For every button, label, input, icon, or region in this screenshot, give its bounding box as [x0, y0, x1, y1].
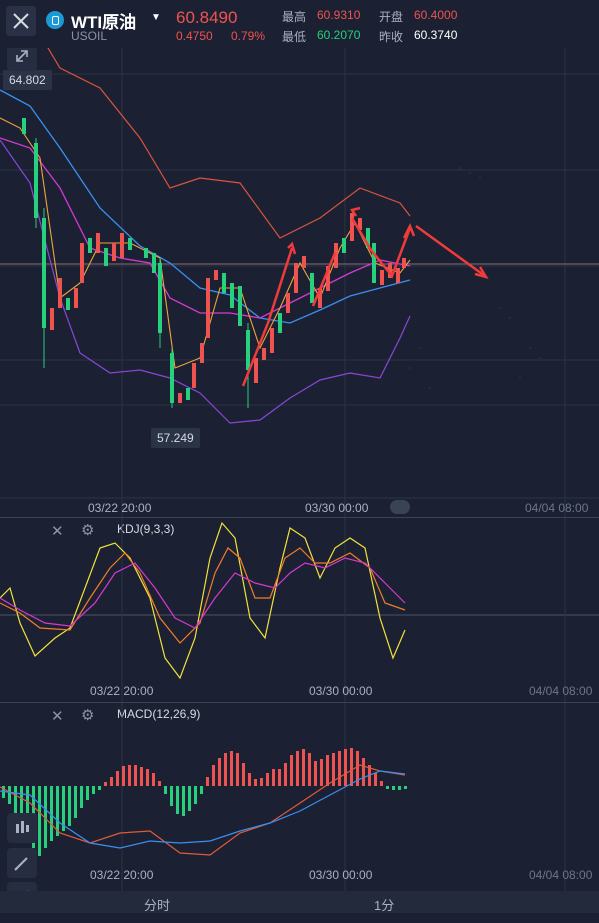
low-label: 最低 [282, 30, 307, 44]
last-price: 60.8490 [176, 8, 238, 27]
high-price-marker: 64.802 [3, 70, 52, 90]
quote-header: WTI原油 ▼ USOIL 60.8490 0.4750 0.79% 最高 60… [0, 0, 599, 48]
kdj-d-line [0, 557, 406, 629]
price-change-pct: 0.79% [231, 29, 266, 43]
macd-time-label-2: 03/30 00:00 [309, 868, 373, 882]
candles [22, 118, 406, 408]
kdj-chart[interactable] [0, 518, 599, 702]
prev-close-value: 60.3740 [414, 28, 458, 42]
open-value: 60.4000 [414, 8, 458, 22]
macd-chart[interactable] [0, 703, 599, 891]
macd-time-label-1: 03/22 20:00 [90, 868, 154, 882]
candlestick-chart[interactable] [0, 48, 599, 518]
close-icon [13, 13, 29, 29]
period-tab-bar [0, 891, 599, 913]
candle-icon [16, 821, 29, 833]
scroll-handle[interactable] [390, 500, 410, 514]
draw-tool-button[interactable] [7, 848, 37, 878]
low-value: 60.2070 [317, 28, 361, 42]
high-label: 最高 [282, 10, 307, 24]
main-time-label-2: 03/30 00:00 [305, 501, 369, 515]
kdj-j-line [0, 521, 406, 680]
pencil-icon [14, 857, 28, 871]
kdj-time-label-1: 03/22 20:00 [90, 684, 154, 698]
boll-upper-line [47, 48, 411, 239]
kdj-time-label-3: 04/04 08:00 [529, 684, 593, 698]
ma-orange-line [0, 117, 411, 369]
tab-timeshare[interactable]: 分时 [144, 895, 170, 914]
macd-histogram [2, 748, 407, 856]
kdj-time-label-2: 03/30 00:00 [309, 684, 373, 698]
low-price-marker: 57.249 [151, 428, 200, 448]
symbol-code: USOIL [71, 29, 108, 43]
macd-time-label-3: 04/04 08:00 [529, 868, 593, 882]
candle-style-button[interactable] [7, 813, 37, 843]
instrument-logo-icon [46, 11, 64, 29]
main-time-label-3: 04/04 08:00 [525, 501, 589, 515]
open-label: 开盘 [379, 10, 404, 24]
background-map [409, 167, 541, 389]
prev-close-label: 昨收 [379, 30, 404, 44]
high-value: 60.9310 [317, 8, 361, 22]
tab-1min[interactable]: 1分 [374, 895, 394, 914]
close-button[interactable] [6, 6, 36, 36]
price-change: 0.4750 [176, 29, 213, 43]
drawing-arrows[interactable] [241, 206, 489, 387]
chevron-down-icon[interactable]: ▼ [151, 12, 161, 23]
main-time-label-1: 03/22 20:00 [88, 501, 152, 515]
